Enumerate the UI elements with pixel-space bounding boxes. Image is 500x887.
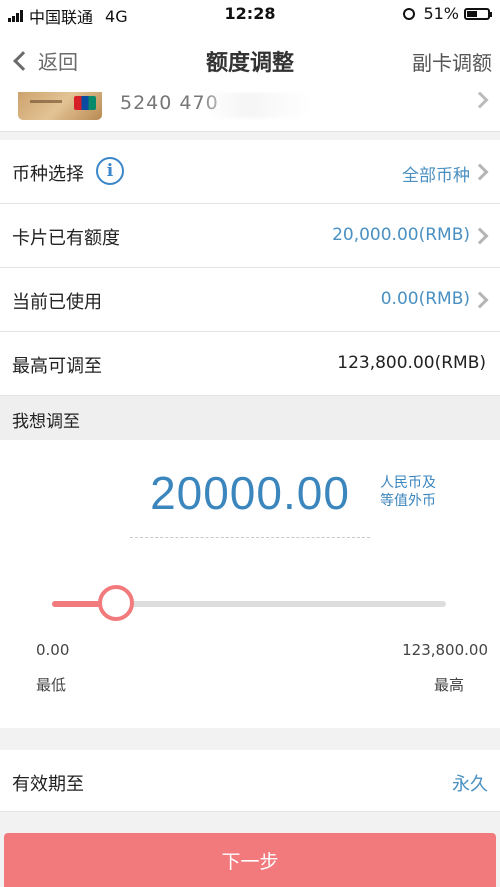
expiry-row[interactable]: 有效期至 永久 bbox=[0, 750, 500, 812]
currency-label: 币种选择 bbox=[12, 164, 84, 185]
status-right: 51% bbox=[403, 4, 492, 23]
amount-underline bbox=[130, 537, 370, 538]
next-step-button[interactable]: 下一步 bbox=[4, 833, 496, 887]
card-stripe bbox=[30, 100, 62, 103]
card-number-mask bbox=[205, 92, 310, 118]
used-amount-label: 当前已使用 bbox=[12, 292, 102, 313]
chevron-right-icon bbox=[471, 291, 489, 309]
spacer bbox=[0, 728, 500, 750]
slider-max-value: 123,800.00 bbox=[402, 641, 488, 659]
chevron-right-icon bbox=[471, 163, 489, 181]
currency-note: 人民币及 等值外币 bbox=[380, 474, 450, 510]
chevron-right-icon bbox=[471, 227, 489, 245]
unionpay-logo-icon bbox=[74, 96, 96, 110]
info-icon[interactable]: i bbox=[96, 157, 124, 185]
battery-percent: 51% bbox=[423, 4, 459, 23]
section-header-label: 我想调至 bbox=[12, 412, 80, 432]
section-header: 我想调至 bbox=[0, 396, 500, 440]
rotation-lock-icon bbox=[403, 7, 416, 20]
max-adjust-row: 最高可调至 123,800.00(RMB) bbox=[0, 332, 500, 396]
max-adjust-value: 123,800.00(RMB) bbox=[337, 353, 486, 373]
existing-limit-value: 20,000.00(RMB) bbox=[332, 225, 470, 245]
card-image bbox=[18, 92, 102, 120]
max-adjust-label: 最高可调至 bbox=[12, 356, 102, 377]
slider-min-value: 0.00 bbox=[36, 641, 70, 659]
currency-note-line2: 等值外币 bbox=[380, 493, 436, 509]
card-number: 5240 470 bbox=[120, 92, 219, 114]
limit-slider-handle[interactable] bbox=[97, 585, 134, 621]
supplementary-card-adjust-link[interactable]: 副卡调额 bbox=[412, 47, 492, 76]
battery-icon bbox=[464, 7, 492, 20]
chevron-down-icon bbox=[471, 92, 489, 109]
slider-max-label: 最高 bbox=[433, 676, 464, 694]
status-bar: 中国联通 4G 12:28 51% bbox=[0, 0, 500, 28]
existing-limit-label: 卡片已有额度 bbox=[12, 228, 120, 249]
currency-note-line1: 人民币及 bbox=[380, 475, 436, 491]
used-amount-value: 0.00(RMB) bbox=[380, 289, 470, 309]
nav-bar: 返回 额度调整 副卡调额 bbox=[0, 28, 500, 92]
card-selector[interactable]: 5240 470 bbox=[0, 92, 500, 132]
adjust-panel: 20000.00 人民币及 等值外币 0.00 123,800.00 最低 最高 bbox=[0, 440, 500, 728]
slider-min-label: 最低 bbox=[36, 676, 67, 694]
existing-limit-row[interactable]: 卡片已有额度 20,000.00(RMB) bbox=[0, 204, 500, 268]
currency-row[interactable]: 币种选择 i 全部币种 bbox=[0, 140, 500, 204]
expiry-label: 有效期至 bbox=[12, 774, 84, 795]
used-amount-row[interactable]: 当前已使用 0.00(RMB) bbox=[0, 268, 500, 332]
limit-info-list: 币种选择 i 全部币种 卡片已有额度 20,000.00(RMB) 当前已使用 … bbox=[0, 140, 500, 396]
currency-value: 全部币种 bbox=[402, 166, 470, 186]
expiry-value: 永久 bbox=[452, 774, 488, 795]
